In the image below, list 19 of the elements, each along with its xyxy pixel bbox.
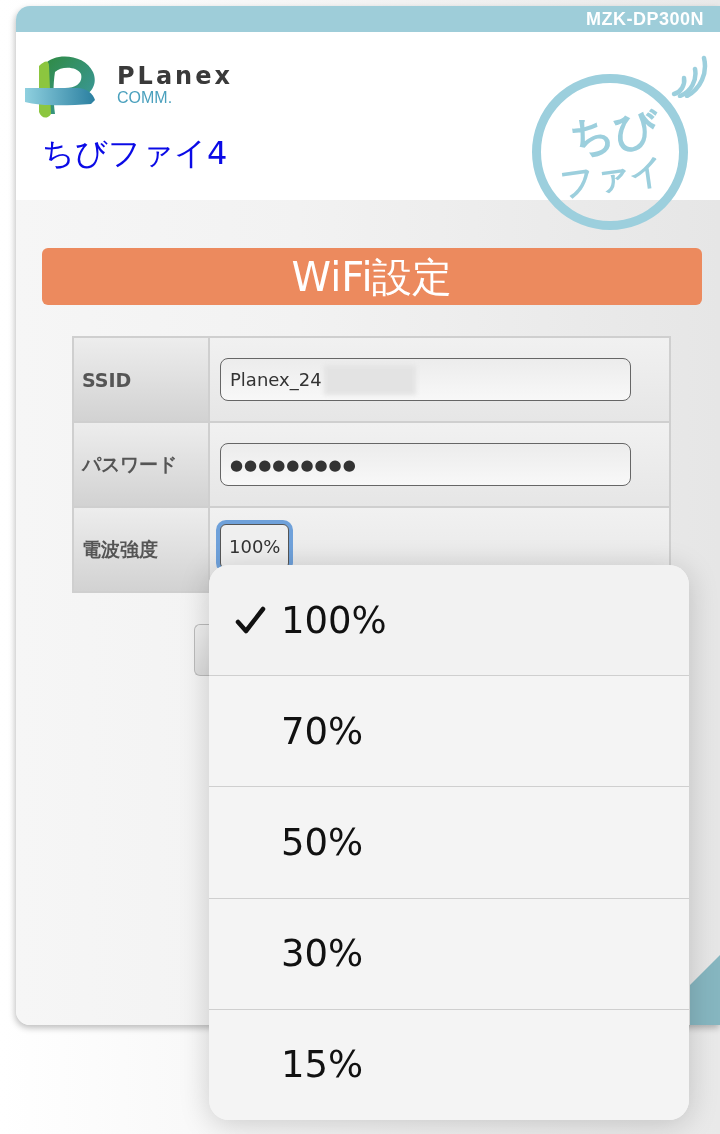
ssid-field[interactable]: Planex_24 [220,358,631,401]
logo-subtitle: COMM. [117,89,173,107]
dropdown-option[interactable]: 30% [209,897,689,1009]
password-field[interactable]: ●●●●●●●●● [220,443,631,486]
model-name: MZK-DP300N [585,8,704,30]
field-label: パスワード [82,451,177,477]
field-label: 電波強度 [82,536,158,562]
dropdown-option[interactable]: 50% [209,786,689,898]
corner-decoration [690,955,720,1025]
product-name: ちびファイ4 [42,134,228,172]
dropdown-option[interactable]: 70% [209,675,689,787]
field-label: SSID [82,368,132,391]
dropdown-option[interactable]: 100% [209,565,689,676]
section-title: WiFi設定 [291,253,453,300]
wifi-waves-icon [670,54,708,98]
badge-logo: ちび ファイ [532,74,688,230]
check-icon [235,605,266,636]
logo-word: PLanex [117,63,233,89]
dropdown-option[interactable]: 15% [209,1008,689,1120]
